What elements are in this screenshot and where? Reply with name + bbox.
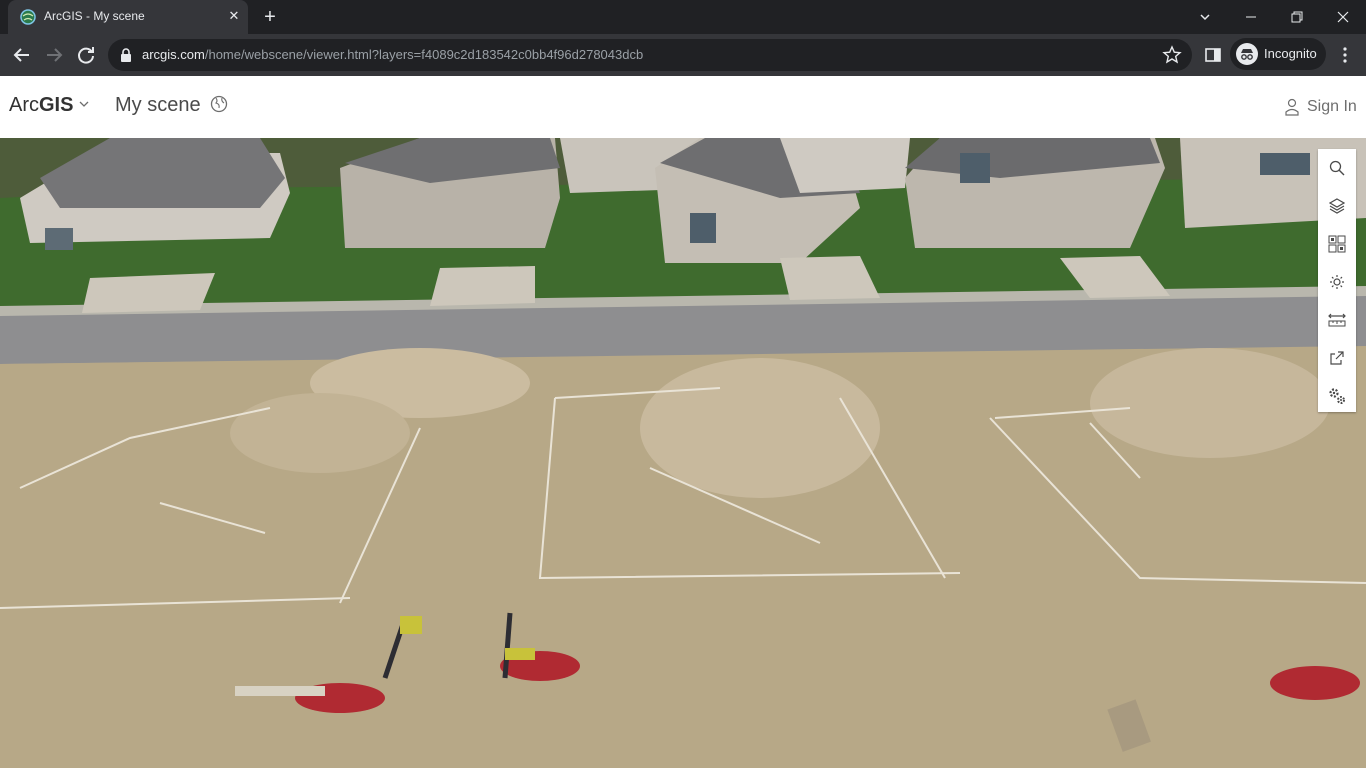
sign-in-label: Sign In bbox=[1307, 98, 1357, 115]
tab-search-icon[interactable] bbox=[1182, 0, 1228, 34]
incognito-icon bbox=[1236, 43, 1258, 65]
url-text[interactable]: arcgis.com/home/webscene/viewer.html?lay… bbox=[142, 47, 643, 62]
new-tab-button[interactable]: + bbox=[258, 5, 282, 29]
scene-view[interactable] bbox=[0, 138, 1366, 768]
daylight-icon bbox=[1330, 275, 1344, 289]
reload-icon[interactable] bbox=[73, 42, 99, 68]
chevron-down-icon[interactable] bbox=[78, 98, 90, 110]
browser-tab-strip: ArcGIS - My scene ✕ + bbox=[0, 0, 1366, 34]
share-icon bbox=[1330, 351, 1344, 365]
layers-icon bbox=[1329, 198, 1345, 214]
address-bar[interactable]: arcgis.com/home/webscene/viewer.html?lay… bbox=[108, 39, 1192, 71]
measure-tool-button[interactable] bbox=[1318, 301, 1356, 339]
tab-close-icon[interactable]: ✕ bbox=[226, 8, 242, 24]
share-tool-button[interactable] bbox=[1318, 339, 1356, 377]
url-host: arcgis.com bbox=[142, 47, 205, 62]
incognito-label: Incognito bbox=[1264, 46, 1317, 61]
back-icon[interactable] bbox=[9, 42, 35, 68]
arcgis-header: ArcGIS My scene Sign In bbox=[0, 76, 1366, 139]
brand-light: Arc bbox=[9, 94, 39, 116]
search-tool-button[interactable] bbox=[1318, 149, 1356, 187]
scene-canvas[interactable] bbox=[0, 138, 1366, 768]
side-panel-icon[interactable] bbox=[1204, 46, 1222, 64]
arcgis-app-launcher[interactable]: ArcGIS bbox=[9, 94, 73, 117]
browser-toolbar: arcgis.com/home/webscene/viewer.html?lay… bbox=[0, 34, 1366, 76]
settings-icon bbox=[1329, 388, 1345, 404]
minimize-button[interactable] bbox=[1228, 0, 1274, 34]
browser-menu-icon[interactable] bbox=[1336, 46, 1354, 64]
basemap-tool-button[interactable] bbox=[1318, 225, 1356, 263]
scene-title: My scene bbox=[115, 94, 201, 116]
url-path: /home/webscene/viewer.html?layers=f4089c… bbox=[204, 47, 644, 62]
tab-title: ArcGIS - My scene bbox=[44, 9, 145, 23]
browser-tab[interactable]: ArcGIS - My scene ✕ bbox=[8, 0, 248, 34]
incognito-indicator[interactable]: Incognito bbox=[1230, 38, 1326, 70]
restore-button[interactable] bbox=[1274, 0, 1320, 34]
arcgis-favicon-icon bbox=[20, 9, 36, 25]
layers-tool-button[interactable] bbox=[1318, 187, 1356, 225]
lock-icon[interactable] bbox=[120, 48, 132, 62]
scene-tools-panel bbox=[1318, 149, 1356, 412]
measure-icon bbox=[1328, 313, 1346, 327]
search-icon bbox=[1329, 160, 1345, 176]
forward-icon[interactable] bbox=[41, 42, 67, 68]
user-icon bbox=[1285, 98, 1299, 116]
daylight-tool-button[interactable] bbox=[1318, 263, 1356, 301]
sign-in-button[interactable]: Sign In bbox=[1284, 96, 1364, 120]
close-window-button[interactable] bbox=[1320, 0, 1366, 34]
settings-tool-button[interactable] bbox=[1318, 377, 1356, 415]
bookmark-star-icon[interactable] bbox=[1162, 45, 1182, 65]
basemap-icon bbox=[1328, 235, 1346, 253]
brand-bold: GIS bbox=[39, 94, 74, 116]
globe-icon bbox=[210, 95, 228, 113]
